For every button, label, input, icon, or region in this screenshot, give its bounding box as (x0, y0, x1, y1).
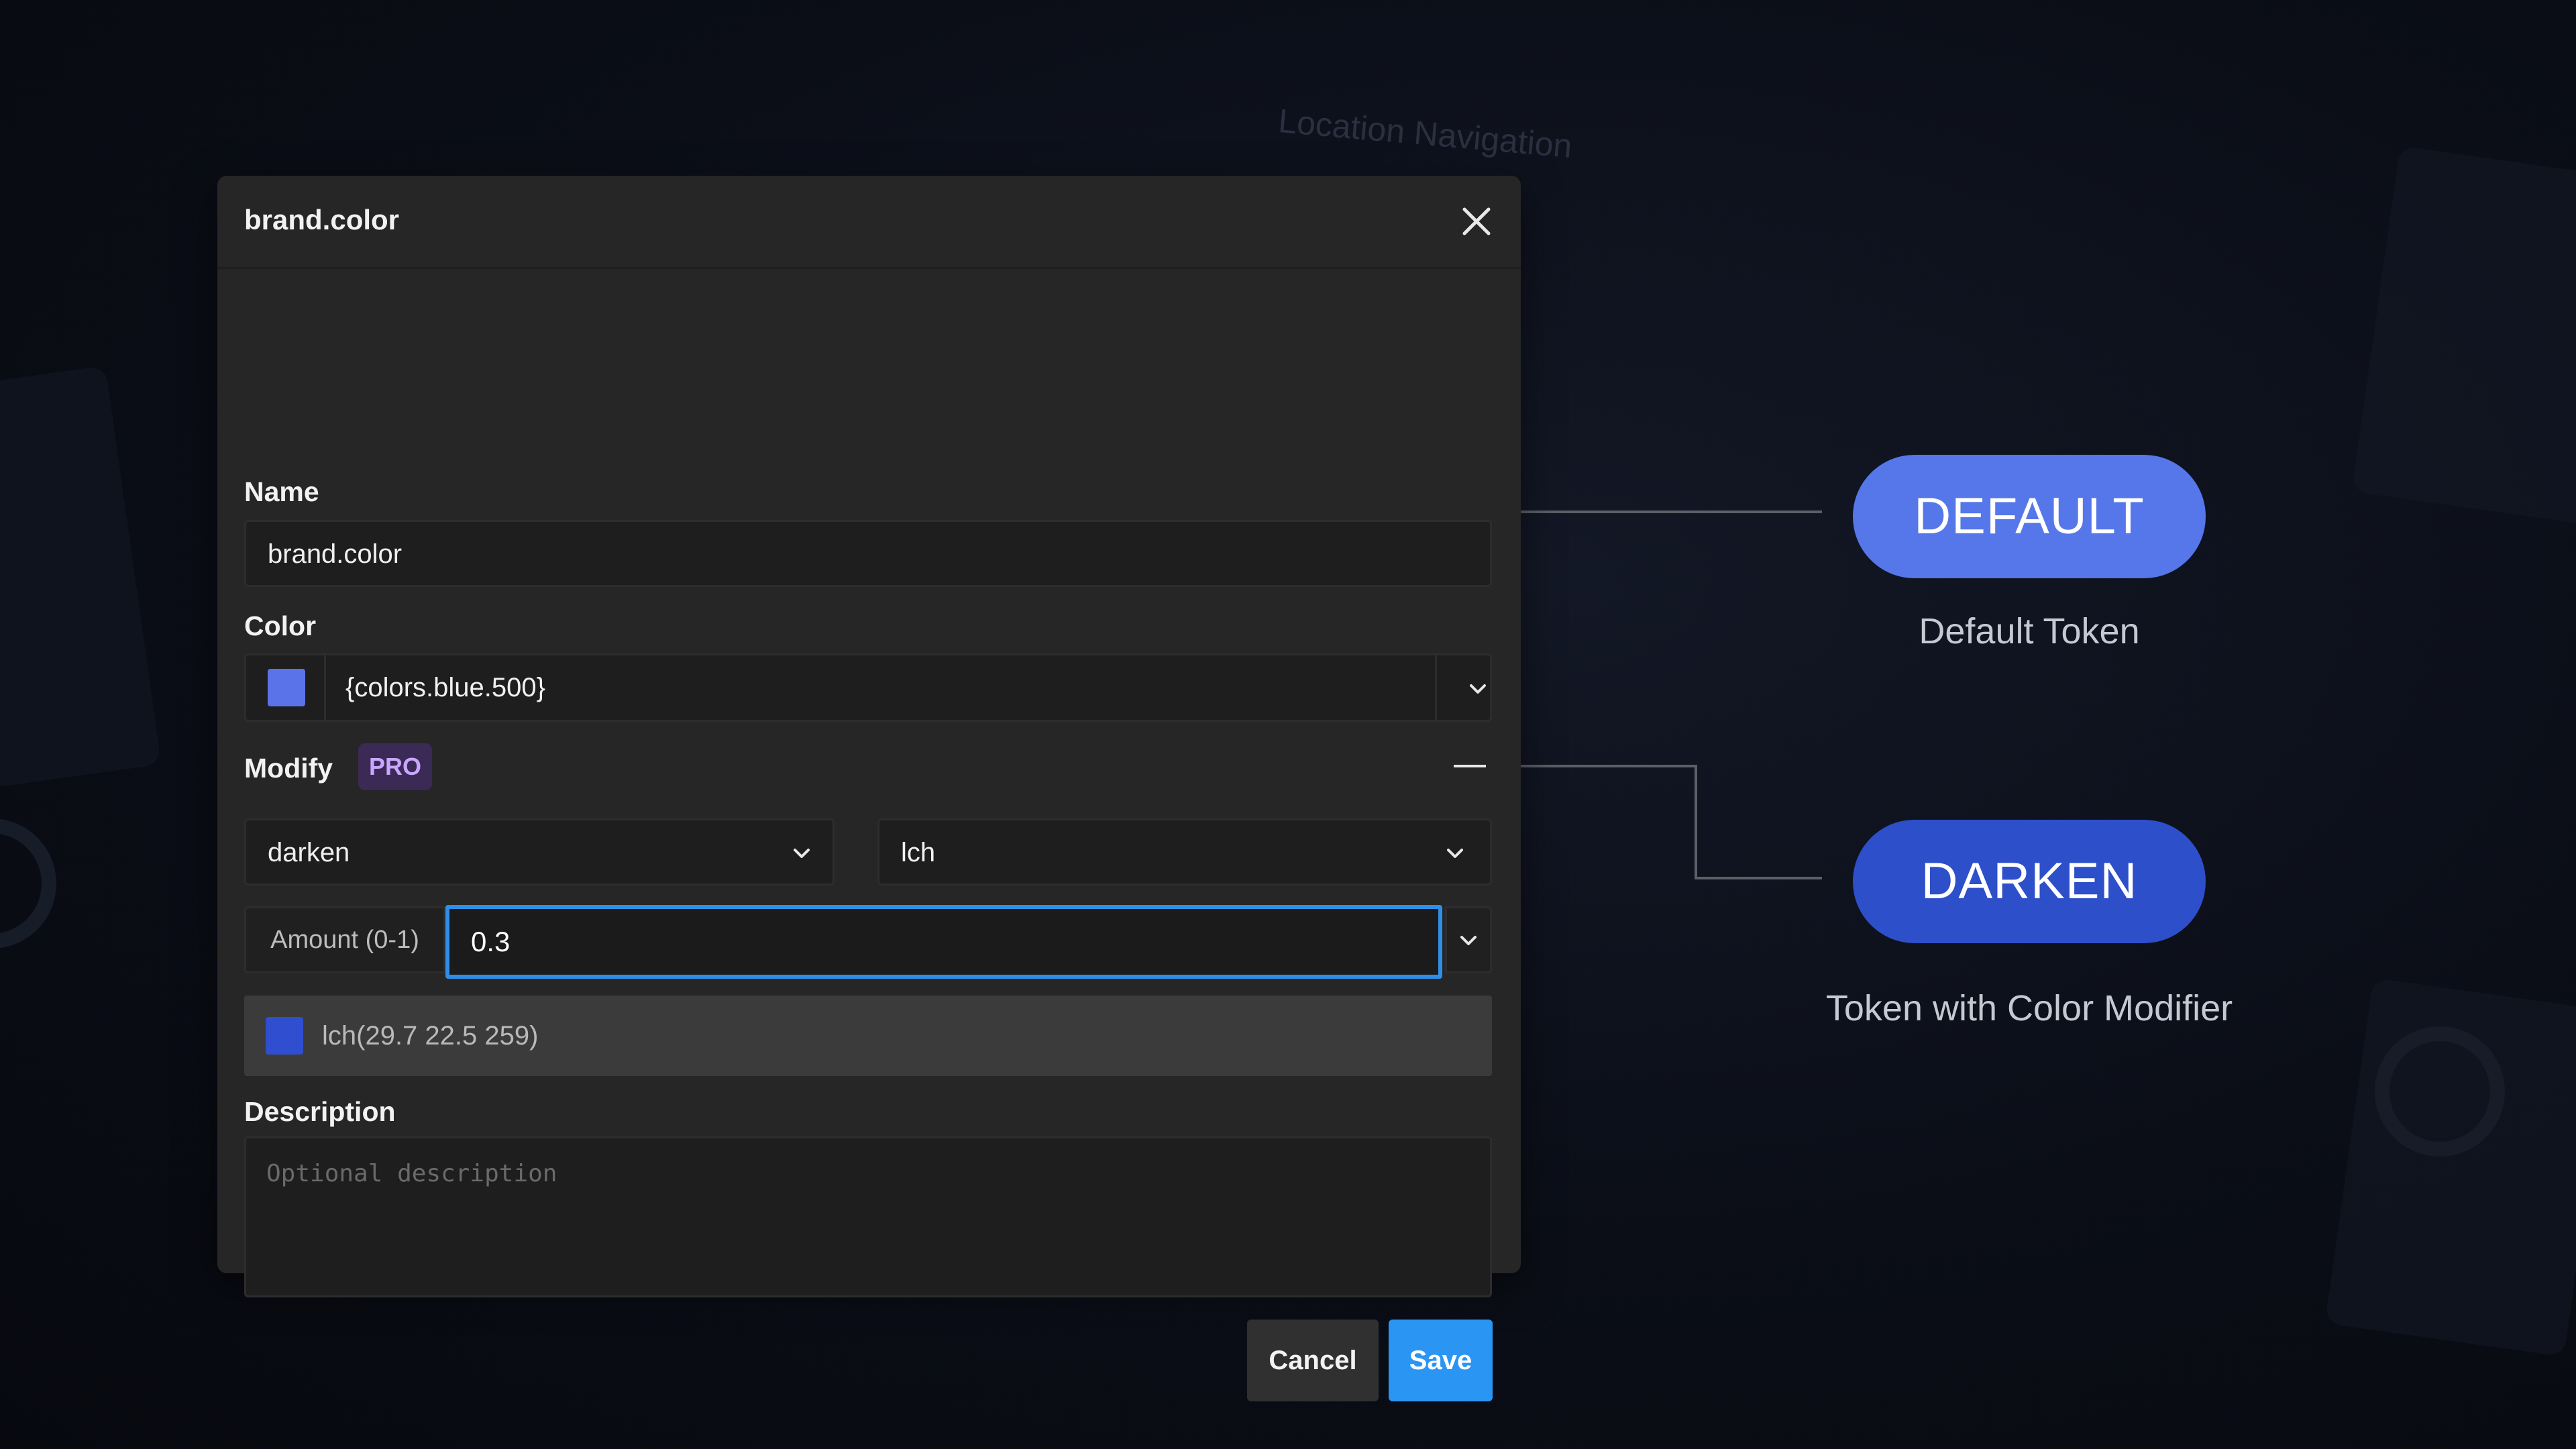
darken-connector-line (1509, 765, 1697, 767)
save-button[interactable]: Save (1389, 1320, 1493, 1401)
darken-token-caption: Token with Color Modifier (1825, 988, 2233, 1028)
chevron-down-icon (794, 849, 810, 858)
divider (1435, 655, 1437, 720)
color-space-select[interactable]: lch (877, 818, 1492, 885)
background-panel (0, 365, 162, 789)
description-textarea[interactable]: Optional description (244, 1136, 1492, 1297)
background-ring (0, 818, 56, 949)
darken-token-pill: DARKEN (1853, 820, 2206, 943)
color-label: Color (244, 610, 317, 641)
modified-color-preview: lch(29.7 22.5 259) (244, 996, 1492, 1076)
color-swatch (268, 669, 305, 706)
background-label: Location Navigation (1277, 101, 1574, 166)
name-value: brand.color (268, 539, 402, 569)
edit-token-dialog: brand.color Name brand.color Color {colo… (217, 176, 1521, 1401)
modify-label: Modify (244, 753, 333, 784)
name-field[interactable]: brand.color (244, 520, 1492, 587)
cancel-button[interactable]: Cancel (1247, 1320, 1379, 1401)
default-connector-line (1509, 511, 1822, 513)
color-space-value: lch (901, 838, 936, 867)
close-button[interactable] (1458, 203, 1495, 240)
color-field[interactable]: {colors.blue.500} (244, 653, 1492, 722)
amount-label: Amount (0-1) (244, 906, 445, 973)
description-label: Description (244, 1096, 396, 1127)
darken-connector-line (1695, 877, 1822, 879)
pro-badge: PRO (358, 743, 432, 790)
dialog-header: brand.color (217, 176, 1521, 269)
modifier-function-select[interactable]: darken (244, 818, 835, 885)
name-label: Name (244, 476, 319, 507)
modifier-function-value: darken (268, 838, 350, 867)
background-panel (2351, 146, 2576, 525)
chevron-down-icon (1447, 849, 1463, 858)
close-icon (1462, 207, 1491, 235)
color-value: {colors.blue.500} (345, 673, 546, 702)
preview-swatch (266, 1017, 303, 1055)
amount-dropdown-button[interactable] (1445, 906, 1492, 973)
darken-connector-line (1695, 765, 1697, 879)
amount-input[interactable]: 0.3 (445, 905, 1442, 979)
description-placeholder: Optional description (266, 1160, 557, 1187)
default-token-caption: Default Token (1919, 611, 2140, 651)
chevron-down-icon[interactable] (1466, 682, 1490, 696)
chevron-down-icon (1460, 936, 1477, 945)
background-ring (2375, 1026, 2505, 1157)
preview-value: lch(29.7 22.5 259) (322, 1021, 539, 1051)
divider (324, 655, 326, 720)
default-token-pill: DEFAULT (1853, 455, 2206, 578)
collapse-minus-icon[interactable] (1454, 765, 1486, 767)
dialog-title: brand.color (244, 204, 400, 235)
